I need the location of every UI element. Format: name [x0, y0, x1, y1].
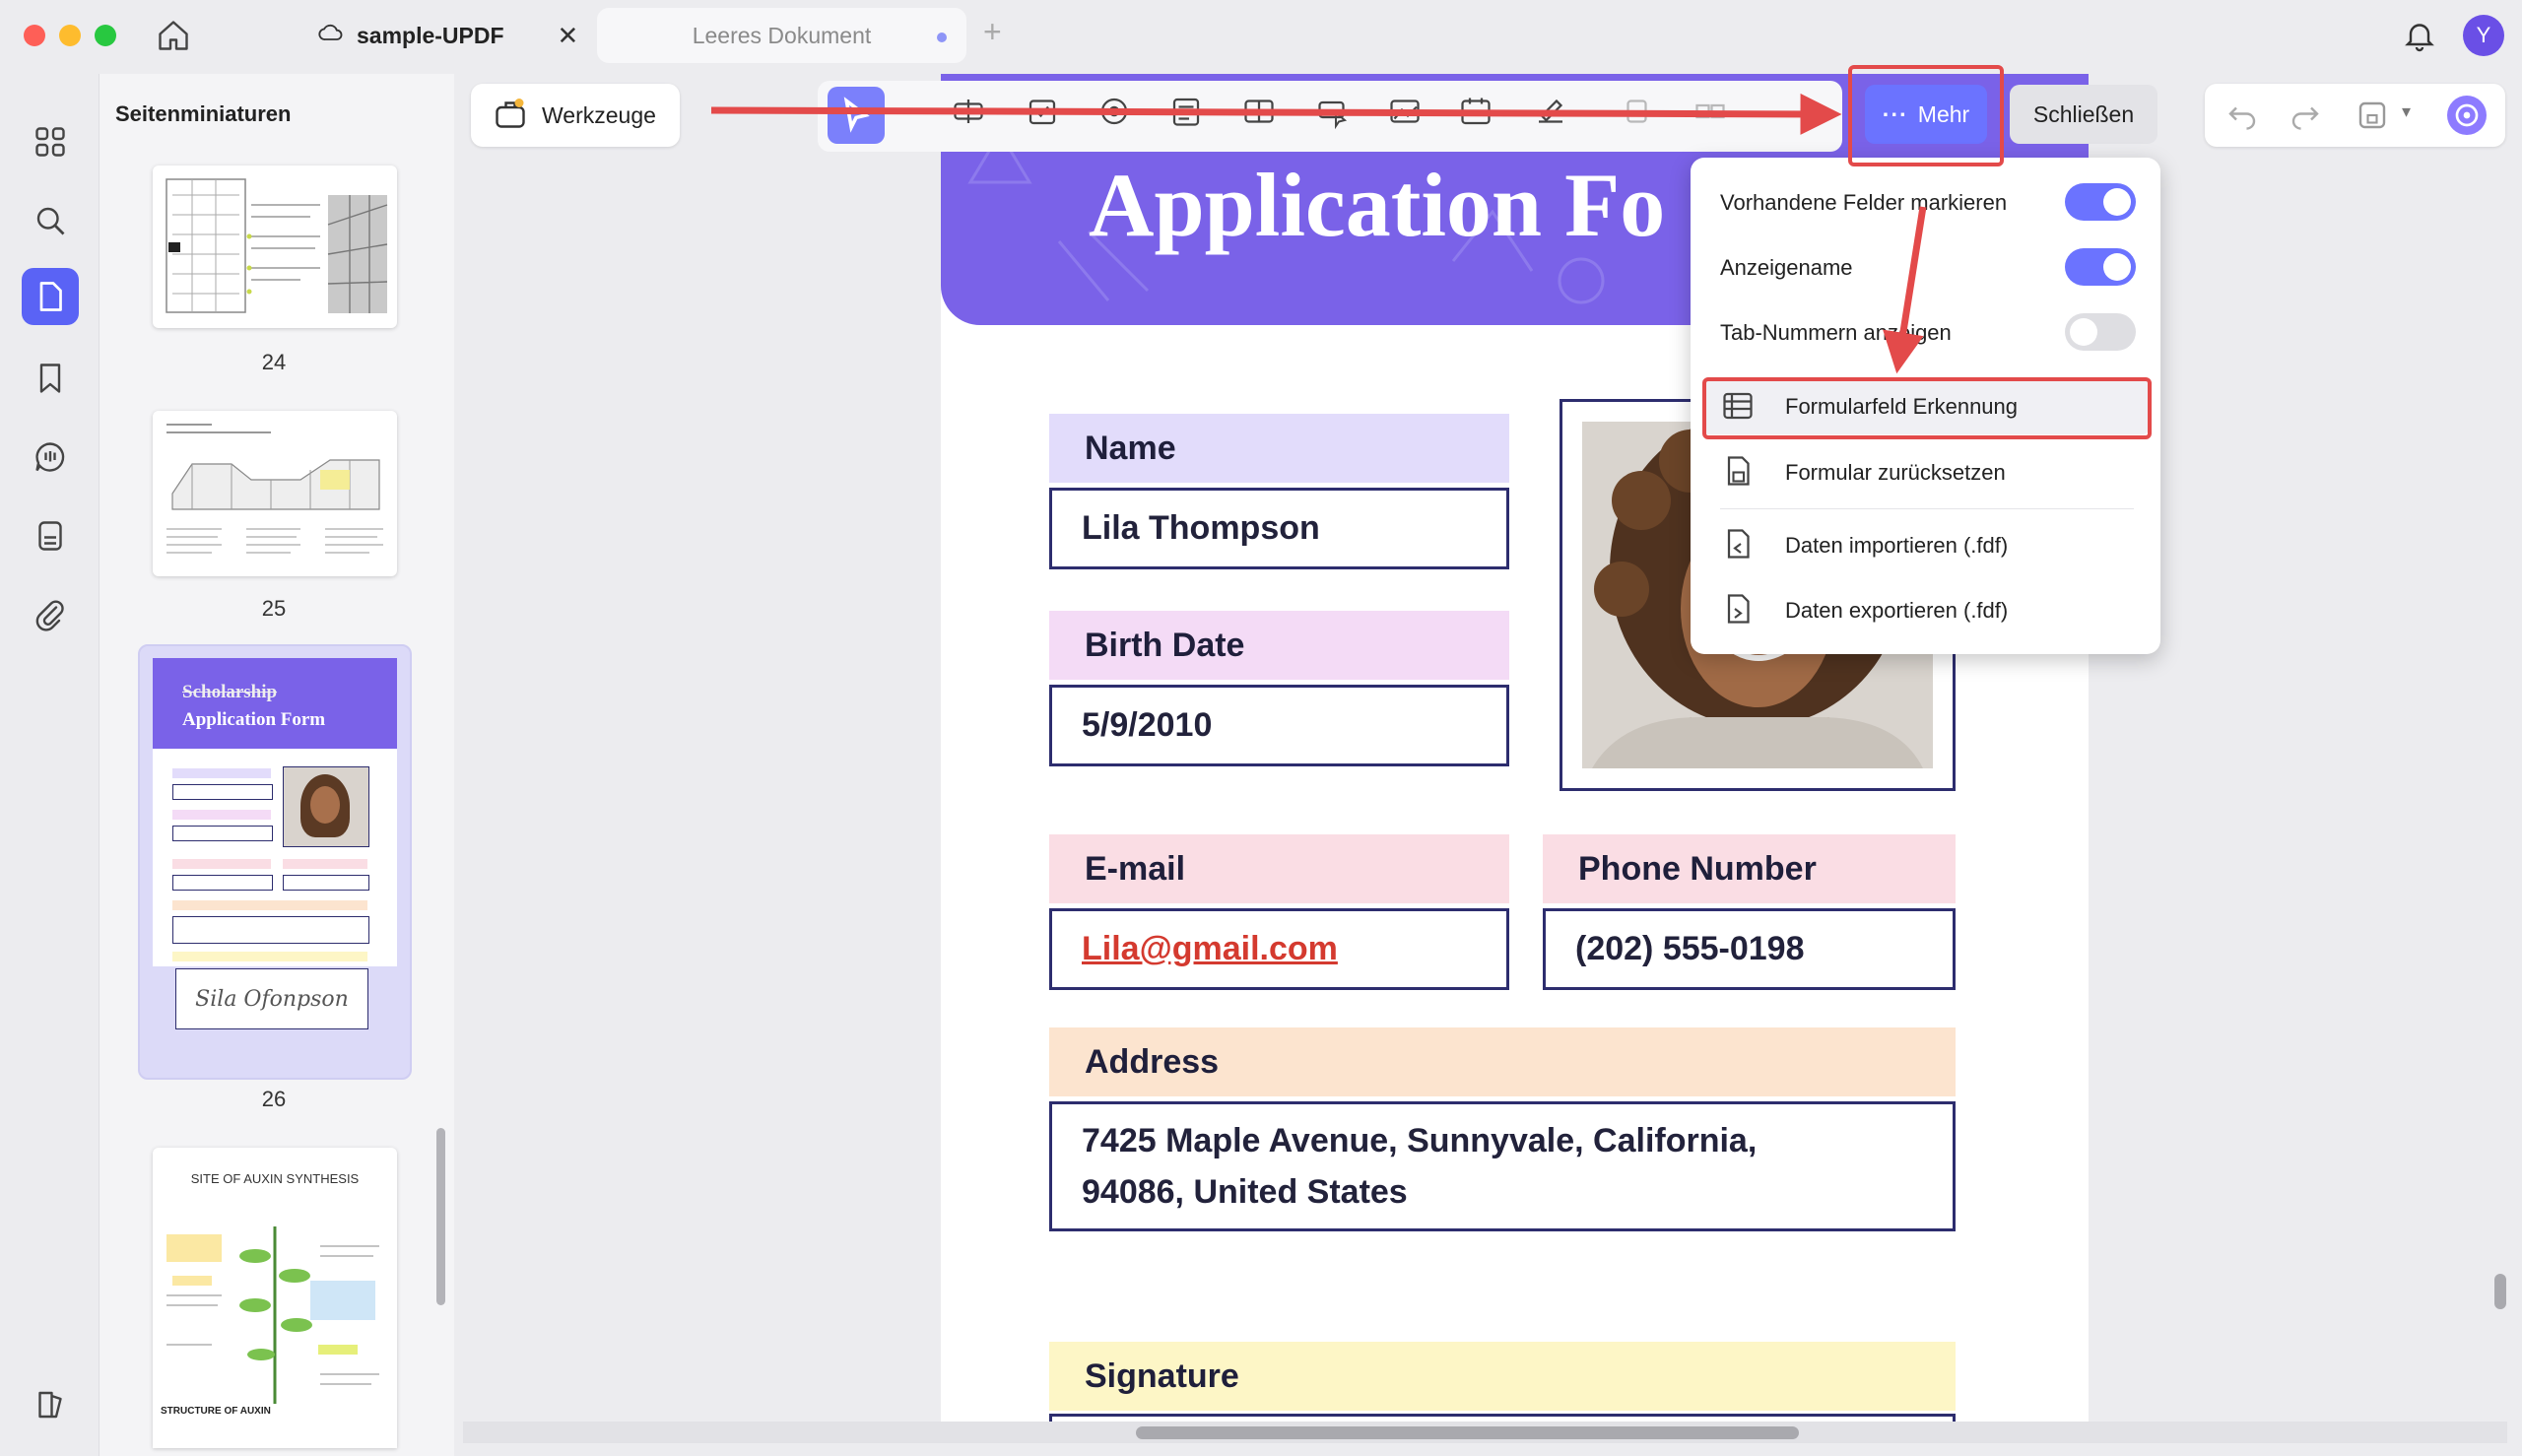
annotation-arrows [710, 93, 1927, 374]
